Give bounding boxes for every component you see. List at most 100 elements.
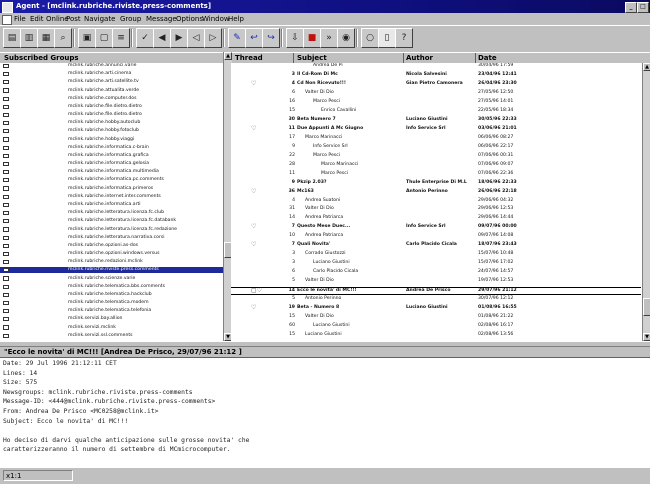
thread-scroll-down-arrow[interactable]: ▼ bbox=[643, 333, 650, 341]
thread-row[interactable]: 30 Beta Numero 7 Luciano Giustini 30/05/96 … bbox=[231, 117, 641, 123]
thread-row[interactable]: ♡ 7 Questo Mese Duec... Info Service Srl 09/… bbox=[231, 224, 641, 230]
group-checkbox[interactable] bbox=[3, 210, 9, 216]
group-checkbox[interactable] bbox=[3, 219, 9, 224]
find-icon[interactable]: ⌕ bbox=[54, 28, 72, 48]
group-item[interactable]: mclink.rubriche.informatica.pc.comments bbox=[0, 177, 223, 183]
thread-row[interactable]: ♡ 11 Due Appunti A Mc Giugno Info Service S… bbox=[231, 125, 641, 132]
group-checkbox[interactable] bbox=[3, 178, 9, 183]
group-item[interactable]: mclink.rubriche.hobby.fotoclub bbox=[0, 128, 223, 134]
group-item[interactable]: mclink.rubriche.riviste.press.comments bbox=[0, 267, 223, 274]
thread-row[interactable]: 3 Corrado Giustozzi 15/07/96 10:48 bbox=[231, 251, 641, 257]
group-checkbox[interactable] bbox=[3, 80, 9, 85]
subscribe-icon[interactable]: ▣ bbox=[78, 28, 96, 48]
retrieve-icon[interactable]: ⇩ bbox=[286, 28, 304, 48]
thread-row[interactable]: 6 Carlo Placido Cicala 24/07/96 14:57 bbox=[231, 269, 641, 275]
menu-edit[interactable]: Edit bbox=[30, 13, 44, 25]
thread-row[interactable]: 16 Marco Pesci 27/05/96 14:01 bbox=[231, 99, 641, 105]
app-icon[interactable] bbox=[2, 2, 13, 13]
group-item[interactable]: mclink.rubriche.telematica.telefonia bbox=[0, 308, 223, 314]
group-checkbox[interactable] bbox=[3, 112, 9, 118]
thread-row[interactable]: 9 Pkzip 2.03? Thule Enterprise Di M.L 18/06… bbox=[231, 180, 641, 186]
group-item[interactable]: mclink.rubriche.informatica.gelosia bbox=[0, 161, 223, 167]
thread-scroll-thumb[interactable] bbox=[643, 298, 650, 316]
skip-icon[interactable]: » bbox=[320, 28, 338, 48]
thread-row[interactable]: 15 Valter Di Dio 01/08/96 21:22 bbox=[231, 314, 641, 320]
group-item[interactable]: mclink.rubriche.hobby.autoclub bbox=[0, 120, 223, 126]
group-item[interactable]: mclink.rubriche.arti.cinema bbox=[0, 71, 223, 77]
prev-icon[interactable]: ◀ bbox=[153, 28, 171, 48]
print-icon[interactable]: ▦ bbox=[37, 28, 55, 48]
group-item[interactable]: mclink.rubriche.annunci.varie bbox=[0, 63, 223, 69]
group-checkbox[interactable] bbox=[3, 186, 9, 191]
stop-icon[interactable]: ■ bbox=[303, 28, 321, 48]
menu-options[interactable]: Options bbox=[176, 13, 203, 25]
thread-row[interactable]: 15 Luciano Giustini 02/08/96 13:56 bbox=[231, 332, 641, 338]
group-item[interactable]: mclink.rubriche.redazioni.mclink bbox=[0, 259, 223, 265]
group-item[interactable]: mclink.rubriche.letteratura.narrativa.co… bbox=[0, 235, 223, 241]
thread-row[interactable]: ♡ 19 Beta - Numero 8 Luciano Giustini 01/08/… bbox=[231, 305, 641, 311]
group-item[interactable]: mclink.rubriche.file.dietro.dietro bbox=[0, 104, 223, 110]
thread-row[interactable]: 60 Luciano Giustini 02/08/96 16:17 bbox=[231, 323, 641, 329]
group-checkbox[interactable] bbox=[3, 145, 9, 150]
group-item[interactable]: mclink.servizi.bay.allion bbox=[0, 316, 223, 322]
offline-icon[interactable]: ○ bbox=[361, 28, 379, 48]
group-item[interactable]: mclink.rubriche.file.dietro.dietro bbox=[0, 112, 223, 118]
group-checkbox[interactable] bbox=[3, 129, 9, 134]
thread-row[interactable]: 28 Marco Marinacci 07/06/96 09:07 bbox=[231, 162, 641, 168]
menu-group[interactable]: Group bbox=[120, 13, 141, 25]
scroll-up-arrow[interactable]: ▲ bbox=[224, 52, 232, 60]
thread-row[interactable]: 22 Marco Pesci 07/06/96 00:31 bbox=[231, 153, 641, 159]
mark-read-icon[interactable]: ✓ bbox=[136, 28, 154, 48]
group-checkbox[interactable] bbox=[3, 194, 9, 199]
group-checkbox[interactable] bbox=[3, 161, 9, 167]
group-checkbox[interactable] bbox=[3, 251, 9, 257]
thread-row[interactable]: 9 Info Service Srl 06/06/96 22:17 bbox=[231, 144, 641, 150]
group-item[interactable]: mclink.rubriche.hobby.viaggi bbox=[0, 137, 223, 143]
info-icon[interactable]: ▯ bbox=[378, 28, 396, 48]
thread-row[interactable]: 5 Antonio Perinno 30/07/96 12:12 bbox=[231, 296, 641, 302]
thread-row[interactable]: 14 Andrea Patriarca 29/06/96 14:44 bbox=[231, 215, 641, 221]
thread-row[interactable]: 3 Il Cd-Rom Di Mc Nicola Salvesini 23/04/96… bbox=[231, 72, 641, 78]
group-item[interactable]: mclink.rubriche.letteratura.licenza.fc.r… bbox=[0, 227, 223, 233]
group-item[interactable]: mclink.rubriche.scienze.varie bbox=[0, 276, 223, 282]
thread-row[interactable]: ♡ 4 Cd Non Ricevuto!!! Gian Pietro Camonera… bbox=[231, 80, 641, 87]
group-item[interactable]: mclink.rubriche.informatica.grafica bbox=[0, 153, 223, 159]
group-checkbox[interactable] bbox=[3, 333, 9, 338]
thread-row[interactable]: 17 Marco Marinacci 06/06/96 08:27 bbox=[231, 135, 641, 141]
group-checkbox[interactable] bbox=[3, 121, 9, 126]
menu-file[interactable]: File bbox=[14, 13, 26, 25]
prev-unread-icon[interactable]: ◁ bbox=[187, 28, 205, 48]
thread-row[interactable]: 6 Valter Di Dio 27/05/96 12:50 bbox=[231, 90, 641, 96]
group-checkbox[interactable] bbox=[3, 276, 9, 281]
group-item[interactable]: mclink.rubriche.letteratura.licenza.fc.c… bbox=[0, 210, 223, 216]
thread-row[interactable]: 11 Marco Pesci 07/06/96 22:36 bbox=[231, 171, 641, 177]
thread-row[interactable]: 10 Andrea Patriarca 09/07/96 14:08 bbox=[231, 233, 641, 239]
group-checkbox[interactable] bbox=[3, 96, 9, 101]
thread-row[interactable]: ♡ 7 Quali Novita' Carlo Placido Cicala 18/07… bbox=[231, 242, 641, 248]
group-item[interactable]: mclink.rubriche.opzioni.windows.versus bbox=[0, 251, 223, 257]
thread-row[interactable]: 15 Enrico Cavallini 22/05/96 18:34 bbox=[231, 108, 641, 114]
thread-row[interactable]: ♡ 36 Mc163 Antonio Perinno 26/06/96 22:18 bbox=[231, 188, 641, 195]
group-item[interactable]: mclink.rubriche.arti.satellite.tv bbox=[0, 79, 223, 85]
group-checkbox[interactable] bbox=[3, 268, 9, 273]
group-checkbox[interactable] bbox=[3, 71, 9, 77]
thread-row[interactable]: Andrea De Pi 30/04/96 17:59 bbox=[231, 63, 641, 69]
menu-message[interactable]: Message bbox=[146, 13, 177, 25]
group-checkbox[interactable] bbox=[3, 170, 9, 175]
group-item[interactable]: mclink.servizi.mclink bbox=[0, 325, 223, 331]
group-checkbox[interactable] bbox=[3, 300, 9, 306]
help-icon[interactable]: ? bbox=[395, 28, 413, 48]
menu-navigate[interactable]: Navigate bbox=[84, 13, 115, 25]
group-item[interactable]: mclink.rubriche.informatica.multimedia bbox=[0, 169, 223, 175]
group-checkbox[interactable] bbox=[3, 243, 9, 248]
menu-help[interactable]: Help bbox=[228, 13, 244, 25]
group-item[interactable]: mclink.rubriche.attualita.verde bbox=[0, 88, 223, 94]
threads-scrollbar[interactable]: ▲ ▼ bbox=[642, 63, 650, 341]
thread-row[interactable]: 3 Luciano Giustini 15/07/96 17:02 bbox=[231, 260, 641, 266]
thread-row[interactable]: 5 Valter Di Dio 19/07/96 12:53 bbox=[231, 278, 641, 284]
group-item[interactable]: mclink.rubriche.opzioni.as-dos bbox=[0, 243, 223, 249]
group-checkbox[interactable] bbox=[3, 325, 9, 330]
group-item[interactable]: mclink.rubriche.letteratura.licenza.fc.d… bbox=[0, 218, 223, 224]
group-checkbox[interactable] bbox=[3, 260, 9, 265]
thread-row[interactable]: 4 Andrea Suatoni 29/06/96 04:32 bbox=[231, 198, 641, 204]
